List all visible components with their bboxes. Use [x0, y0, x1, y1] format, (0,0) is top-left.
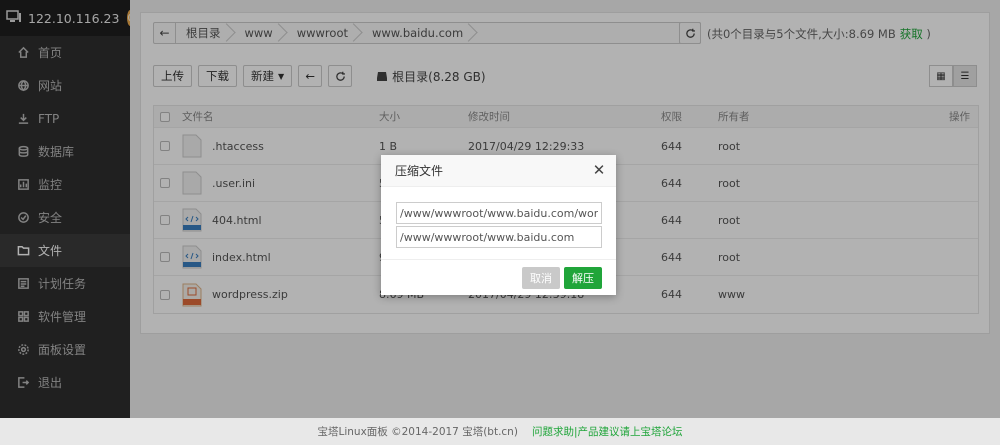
cancel-button[interactable]: 取消: [522, 266, 560, 289]
dialog-title: 压缩文件: [395, 164, 444, 178]
extract-button[interactable]: 解压: [564, 266, 602, 289]
source-path-input[interactable]: [396, 202, 602, 224]
dialog-header: 压缩文件 ✕: [381, 155, 616, 187]
target-path-input[interactable]: [396, 226, 602, 248]
forum-link[interactable]: 问题求助|产品建议请上宝塔论坛: [532, 424, 683, 439]
page-footer: 宝塔Linux面板 ©2014-2017 宝塔(bt.cn) 问题求助|产品建议…: [0, 418, 1000, 445]
dialog-footer: 取消 解压: [381, 259, 616, 295]
copyright-text: 宝塔Linux面板 ©2014-2017 宝塔(bt.cn): [317, 426, 518, 438]
close-icon[interactable]: ✕: [592, 163, 606, 178]
compress-dialog: 压缩文件 ✕ 取消 解压: [381, 155, 616, 295]
dialog-body: [381, 187, 616, 248]
